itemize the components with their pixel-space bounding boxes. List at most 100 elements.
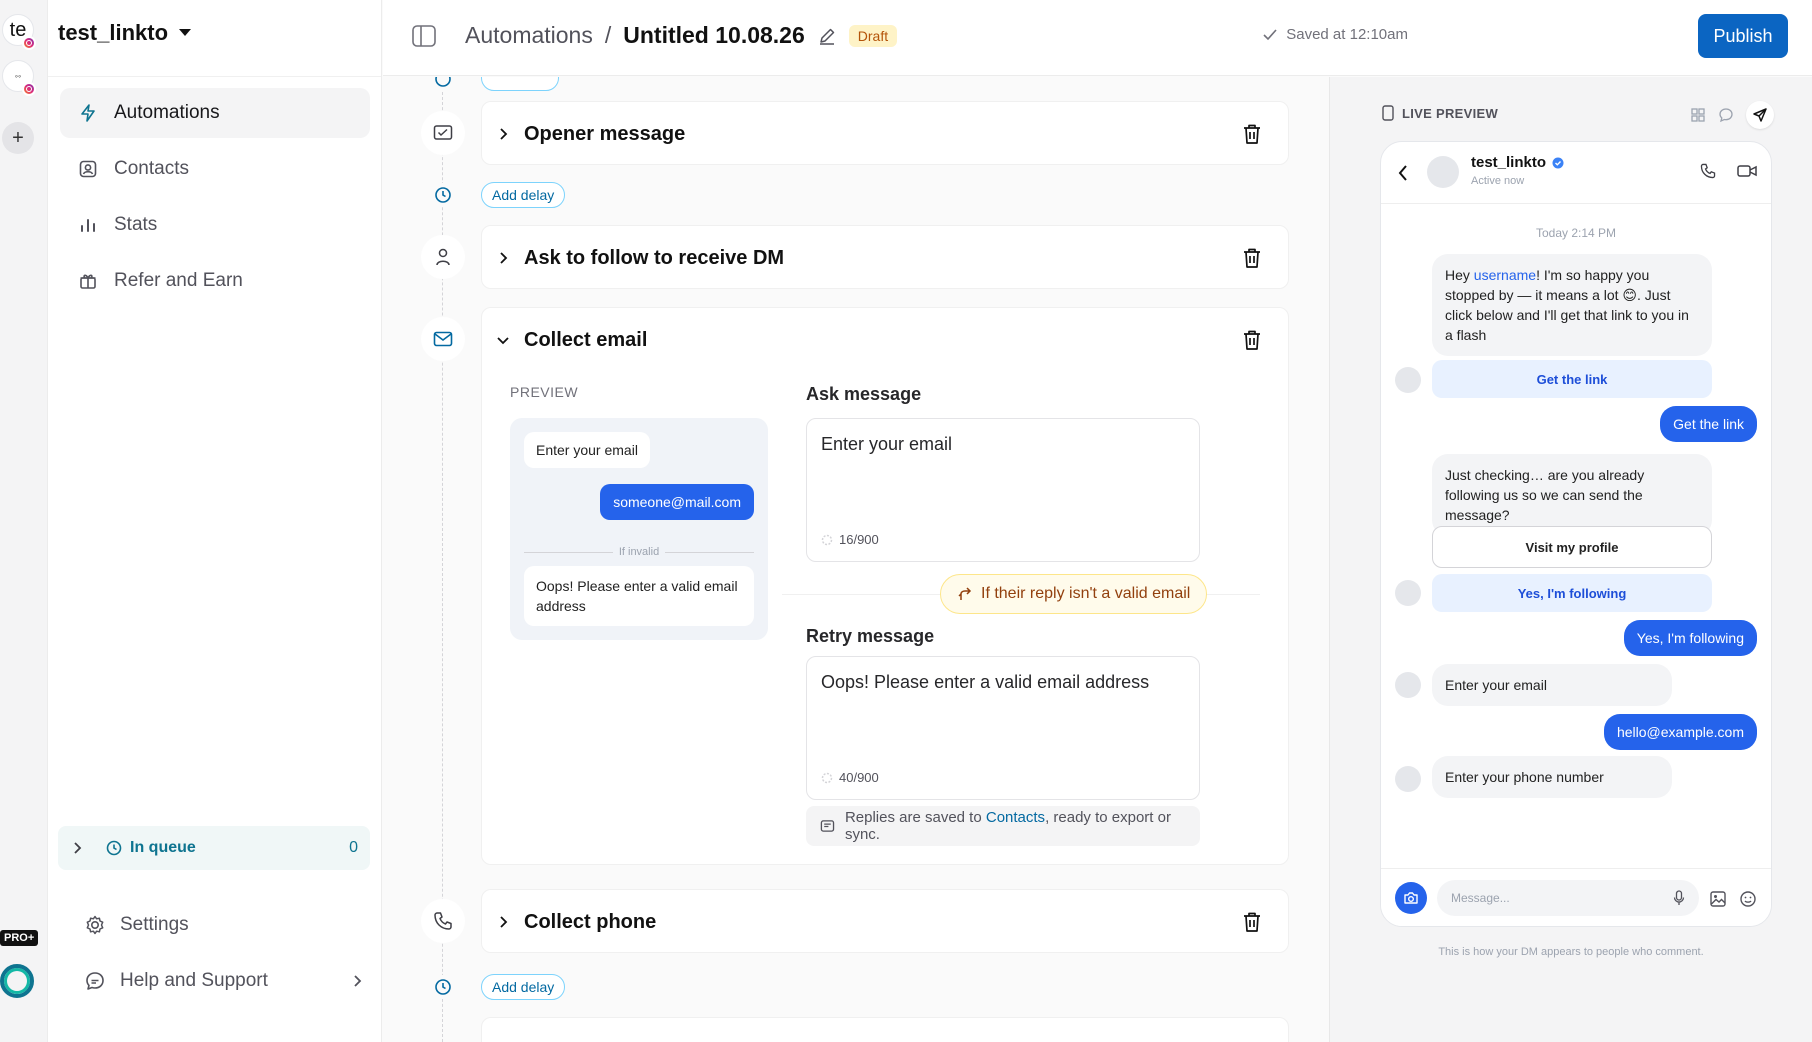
dm-message-bubble: Enter your phone number <box>1432 756 1672 798</box>
progress-ring-icon <box>821 534 833 545</box>
add-delay-button[interactable]: Add delay <box>481 974 566 1000</box>
back-arrow-icon[interactable] <box>1397 164 1409 182</box>
chevron-right-icon <box>354 975 362 987</box>
preview-label: PREVIEW <box>510 384 579 400</box>
step-header[interactable]: Collect phone <box>496 890 656 954</box>
dm-account-name: test_linkto <box>1471 154 1564 171</box>
sidebar: test_linkto Automations Contacts Stats R… <box>48 0 382 1042</box>
comment-icon[interactable] <box>1718 107 1734 123</box>
yes-following-button[interactable]: Yes, I'm following <box>1432 574 1712 612</box>
step-header[interactable]: Opener message <box>496 102 685 166</box>
step-card-next[interactable] <box>481 1017 1289 1042</box>
publish-button[interactable]: Publish <box>1698 14 1788 58</box>
trash-icon[interactable] <box>1242 123 1262 145</box>
mail-icon <box>421 317 465 361</box>
add-delay-button[interactable]: Add delay <box>481 182 566 208</box>
gift-icon <box>80 274 96 289</box>
sidebar-item-contacts[interactable]: Contacts <box>60 144 370 194</box>
breadcrumb-automations[interactable]: Automations <box>465 22 593 49</box>
chevron-down-icon <box>497 337 509 345</box>
add-delay-button[interactable] <box>481 77 559 91</box>
avatar <box>1395 672 1421 698</box>
invalid-branch-pill: If their reply isn't a valid email <box>940 574 1208 614</box>
preview-retry-bubble: Oops! Please enter a valid email address <box>524 566 754 626</box>
branch-icon <box>958 587 972 600</box>
preview-mode-switcher <box>1690 101 1774 129</box>
mobile-icon <box>1382 105 1394 121</box>
ask-message-label: Ask message <box>806 384 922 404</box>
live-preview-caption: This is how your DM appears to people wh… <box>1438 946 1704 958</box>
message-check-icon <box>421 111 465 155</box>
step-card-opener[interactable]: Opener message <box>481 101 1289 165</box>
contact-icon <box>79 160 97 178</box>
trash-icon[interactable] <box>1242 911 1262 933</box>
chat-help-icon <box>86 972 104 990</box>
person-icon <box>421 235 465 279</box>
retry-char-counter: 40/900 <box>821 770 879 785</box>
brand-logo[interactable] <box>0 964 34 998</box>
sidebar-item-automations[interactable]: Automations <box>60 88 370 138</box>
trash-icon[interactable] <box>1242 329 1262 351</box>
ask-message-input[interactable]: Enter your email 16/900 <box>806 418 1200 562</box>
edit-pencil-icon[interactable] <box>817 26 837 46</box>
live-preview-header: LIVE PREVIEW <box>1382 105 1498 121</box>
contact-card-icon <box>820 820 835 832</box>
step-card-collect-email: Collect email PREVIEW Enter your email s… <box>481 307 1289 865</box>
status-badge: Draft <box>848 24 898 47</box>
get-link-button[interactable]: Get the link <box>1432 360 1712 398</box>
ask-char-counter: 16/900 <box>821 532 879 547</box>
send-icon <box>1753 108 1767 122</box>
emoji-icon[interactable] <box>1739 890 1757 908</box>
gear-icon <box>86 915 104 935</box>
dm-reply-bubble: Yes, I'm following <box>1623 620 1757 656</box>
microphone-icon[interactable] <box>1673 890 1685 906</box>
clock-icon <box>106 840 122 856</box>
chevron-right-icon <box>500 252 508 264</box>
contacts-link[interactable]: Contacts <box>986 809 1045 826</box>
help-support-link[interactable]: Help and Support <box>84 970 364 992</box>
sidebar-nav: Automations Contacts Stats Refer and Ear… <box>60 88 370 312</box>
settings-link[interactable]: Settings <box>84 914 364 936</box>
camera-button[interactable] <box>1395 882 1427 914</box>
camera-icon <box>1404 892 1418 904</box>
trash-icon[interactable] <box>1242 247 1262 269</box>
chevron-right-icon <box>500 128 508 140</box>
sidebar-toggle-icon[interactable] <box>411 24 437 48</box>
caret-down-icon <box>179 29 192 36</box>
live-preview-panel: LIVE PREVIEW test_linkto Active now Toda… <box>1329 77 1812 1042</box>
clock-icon <box>431 975 455 999</box>
sidebar-item-refer[interactable]: Refer and Earn <box>60 256 370 306</box>
video-call-icon[interactable] <box>1737 164 1757 178</box>
retry-message-input[interactable]: Oops! Please enter a valid email address… <box>806 656 1200 800</box>
sidebar-item-stats[interactable]: Stats <box>60 200 370 250</box>
message-input[interactable]: Message... <box>1437 880 1699 916</box>
preview-answer-bubble: someone@mail.com <box>600 484 754 520</box>
instagram-badge-icon <box>22 36 36 50</box>
add-account-button[interactable]: + <box>2 122 34 154</box>
lightning-icon <box>81 104 95 122</box>
queue-toggle[interactable]: In queue 0 <box>58 826 370 870</box>
dm-timestamp: Today 2:14 PM <box>1535 226 1617 240</box>
contacts-note: Replies are saved to Contacts, ready to … <box>806 806 1200 846</box>
dm-message-bubble: Just checking… are you already following… <box>1432 454 1712 536</box>
dm-message-bubble: Hey username! I'm so happy you stopped b… <box>1432 254 1712 356</box>
step-header[interactable]: Collect email <box>496 308 647 372</box>
breadcrumb: Automations / Untitled 10.08.26 Draft <box>411 22 898 49</box>
step-header[interactable]: Ask to follow to receive DM <box>496 226 784 290</box>
check-icon <box>1263 28 1277 40</box>
dm-header: test_linkto Active now <box>1381 142 1771 204</box>
dm-mode-button[interactable] <box>1746 101 1774 129</box>
retry-message-label: Retry message <box>806 626 935 646</box>
image-icon[interactable] <box>1709 890 1727 908</box>
grid-icon[interactable] <box>1690 107 1706 123</box>
dm-composer: Message... <box>1381 868 1771 926</box>
avatar <box>1427 156 1459 188</box>
step-card-follow[interactable]: Ask to follow to receive DM <box>481 225 1289 289</box>
step-card-collect-phone[interactable]: Collect phone <box>481 889 1289 953</box>
instagram-badge-icon <box>22 82 36 96</box>
phone-call-icon[interactable] <box>1699 162 1717 180</box>
visit-profile-button[interactable]: Visit my profile <box>1432 526 1712 568</box>
workspace-switcher[interactable]: test_linkto <box>58 20 192 46</box>
clock-icon <box>431 183 455 207</box>
dm-message-bubble: Enter your email <box>1432 664 1672 706</box>
